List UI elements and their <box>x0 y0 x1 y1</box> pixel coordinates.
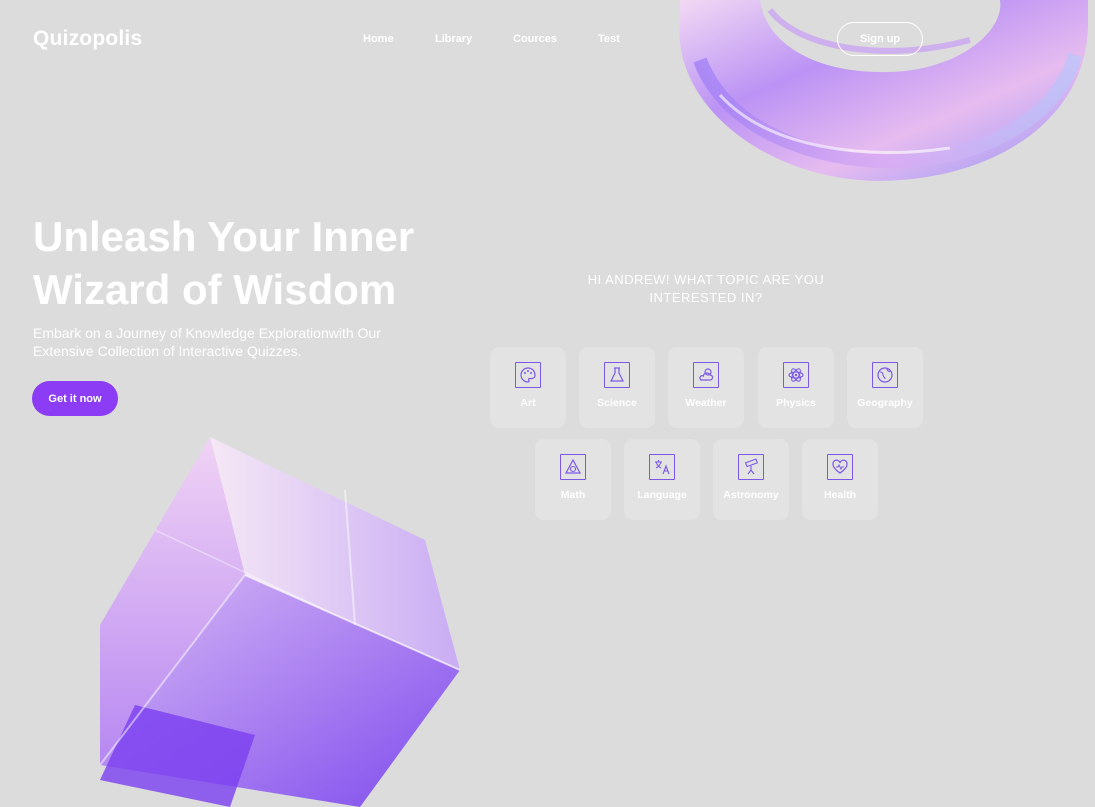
translate-icon <box>649 454 675 480</box>
topic-question-line1: HI ANDREW! WHAT TOPIC ARE YOU <box>587 272 825 287</box>
nav-courses[interactable]: Cources <box>513 33 557 45</box>
topic-card-science[interactable]: Science <box>579 347 655 428</box>
topic-card-weather[interactable]: Weather <box>668 347 744 428</box>
hero-title-line1: Unleash Your Inner <box>33 213 415 260</box>
topic-question: HI ANDREW! WHAT TOPIC ARE YOU INTERESTED… <box>560 271 852 307</box>
telescope-icon <box>738 454 764 480</box>
topic-card-geography[interactable]: Geography <box>847 347 923 428</box>
topic-label: Language <box>637 489 687 501</box>
brand-logo[interactable]: Quizopolis <box>33 27 142 51</box>
topic-label: Math <box>560 489 586 501</box>
topic-card-health[interactable]: Health <box>802 439 878 520</box>
nav-test[interactable]: Test <box>598 33 620 45</box>
topic-label: Weather <box>685 397 727 409</box>
topic-label: Geography <box>857 397 913 409</box>
topic-label: Physics <box>776 397 816 409</box>
nav-library[interactable]: Library <box>435 33 472 45</box>
signup-button[interactable]: Sign up <box>837 22 923 56</box>
atom-icon <box>783 362 809 388</box>
heart-icon <box>827 454 853 480</box>
hero-subtitle-line1: Embark on a Journey of Knowledge Explora… <box>33 325 381 341</box>
topic-label: Art <box>520 397 536 409</box>
topic-card-language[interactable]: Language <box>624 439 700 520</box>
glass-cube-decoration <box>99 437 461 807</box>
topic-card-physics[interactable]: Physics <box>758 347 834 428</box>
topic-card-math[interactable]: Math <box>535 439 611 520</box>
shapes-icon <box>560 454 586 480</box>
hero-subtitle-line2: Extensive Collection of Interactive Quiz… <box>33 343 302 359</box>
topic-question-line2: INTERESTED IN? <box>649 290 763 305</box>
topic-card-astronomy[interactable]: Astronomy <box>713 439 789 520</box>
get-it-now-button[interactable]: Get it now <box>32 381 118 416</box>
topic-label: Health <box>823 489 857 501</box>
flask-icon <box>604 362 630 388</box>
hero-title-line2: Wizard of Wisdom <box>33 266 397 313</box>
palette-icon <box>515 362 541 388</box>
topic-label: Astronomy <box>723 489 779 501</box>
hero-subtitle: Embark on a Journey of Knowledge Explora… <box>33 324 433 360</box>
globe-icon <box>872 362 898 388</box>
hero-title: Unleash Your Inner Wizard of Wisdom <box>33 210 453 316</box>
cloud-sun-icon <box>693 362 719 388</box>
nav-home[interactable]: Home <box>363 33 394 45</box>
topic-label: Science <box>597 397 637 409</box>
topic-card-art[interactable]: Art <box>490 347 566 428</box>
